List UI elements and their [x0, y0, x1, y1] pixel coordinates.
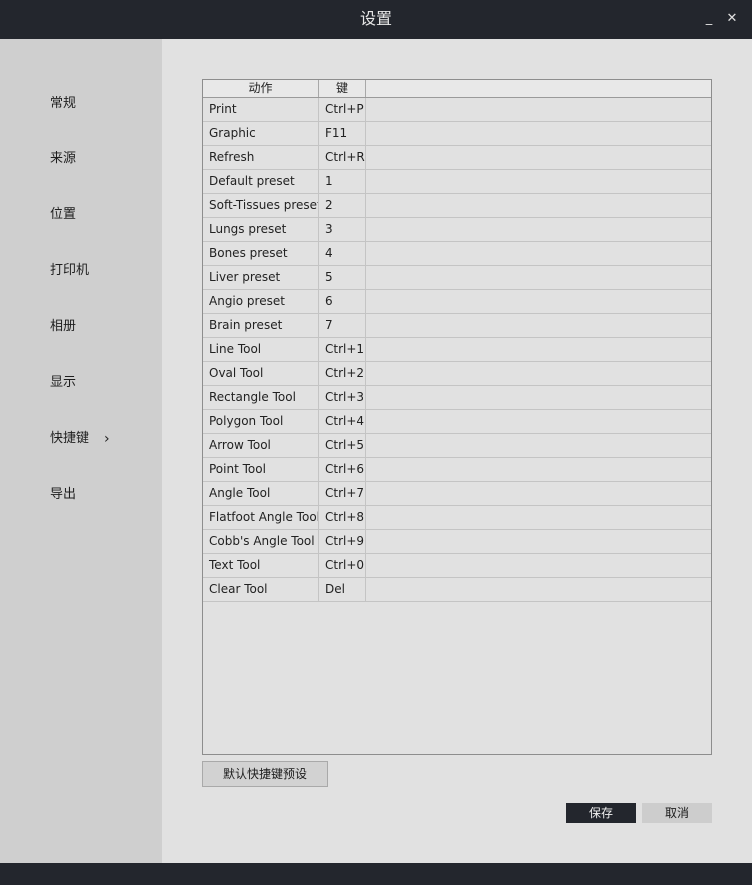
- key-cell[interactable]: Ctrl+0: [319, 554, 366, 577]
- key-cell[interactable]: Ctrl+7: [319, 482, 366, 505]
- action-cell: Point Tool: [203, 458, 319, 481]
- key-cell[interactable]: Ctrl+R: [319, 146, 366, 169]
- action-cell: Liver preset: [203, 266, 319, 289]
- table-row[interactable]: Refresh Ctrl+R: [203, 146, 711, 170]
- action-cell: Polygon Tool: [203, 410, 319, 433]
- table-row[interactable]: Flatfoot Angle Tool Ctrl+8: [203, 506, 711, 530]
- key-cell[interactable]: Ctrl+P: [319, 98, 366, 121]
- sidebar-item-label: 显示: [50, 375, 77, 390]
- table-row[interactable]: Line Tool Ctrl+1: [203, 338, 711, 362]
- table-row[interactable]: Arrow Tool Ctrl+5: [203, 434, 711, 458]
- minimize-icon[interactable]: _: [700, 9, 718, 29]
- table-row[interactable]: Oval Tool Ctrl+2: [203, 362, 711, 386]
- sidebar-item-label: 快捷键: [50, 431, 90, 446]
- action-cell: Refresh: [203, 146, 319, 169]
- sidebar-item-printer[interactable]: 打印机: [50, 259, 150, 283]
- table-row[interactable]: Brain preset 7: [203, 314, 711, 338]
- table-row[interactable]: Clear Tool Del: [203, 578, 711, 602]
- sidebar-item-album[interactable]: 相册: [50, 315, 150, 339]
- sidebar-item-shortcuts[interactable]: 快捷键 ›: [50, 427, 150, 451]
- key-cell[interactable]: Ctrl+4: [319, 410, 366, 433]
- sidebar-item-location[interactable]: 位置: [50, 203, 150, 227]
- key-cell[interactable]: 1: [319, 170, 366, 193]
- window-title: 设置: [359, 9, 392, 28]
- key-cell[interactable]: Del: [319, 578, 366, 601]
- key-cell[interactable]: 5: [319, 266, 366, 289]
- shortcuts-table[interactable]: 动作 键 Print Ctrl+P Graphic F11 Refresh Ctrl+R D…: [202, 79, 712, 755]
- action-cell: Rectangle Tool: [203, 386, 319, 409]
- action-cell: Soft-Tissues preset: [203, 194, 319, 217]
- key-cell[interactable]: Ctrl+8: [319, 506, 366, 529]
- action-cell: Angle Tool: [203, 482, 319, 505]
- sidebar-item-general[interactable]: 常规: [50, 92, 150, 116]
- table-row[interactable]: Point Tool Ctrl+6: [203, 458, 711, 482]
- sidebar-item-label: 来源: [50, 151, 77, 166]
- key-cell[interactable]: 3: [319, 218, 366, 241]
- action-cell: Print: [203, 98, 319, 121]
- key-cell[interactable]: Ctrl+1: [319, 338, 366, 361]
- table-header: 动作 键: [203, 80, 711, 98]
- sidebar-item-label: 常规: [50, 96, 77, 111]
- table-row[interactable]: Rectangle Tool Ctrl+3: [203, 386, 711, 410]
- action-cell: Graphic: [203, 122, 319, 145]
- table-row[interactable]: Cobb's Angle Tool Ctrl+9: [203, 530, 711, 554]
- action-cell: Default preset: [203, 170, 319, 193]
- sidebar-item-export[interactable]: 导出: [50, 483, 150, 507]
- column-header-key[interactable]: 键: [319, 80, 366, 97]
- table-row[interactable]: Graphic F11: [203, 122, 711, 146]
- key-cell[interactable]: Ctrl+9: [319, 530, 366, 553]
- action-cell: Clear Tool: [203, 578, 319, 601]
- table-row[interactable]: Default preset 1: [203, 170, 711, 194]
- action-cell: Flatfoot Angle Tool: [203, 506, 319, 529]
- table-row[interactable]: Liver preset 5: [203, 266, 711, 290]
- key-cell[interactable]: 7: [319, 314, 366, 337]
- sidebar-item-label: 导出: [50, 487, 77, 502]
- table-row[interactable]: Polygon Tool Ctrl+4: [203, 410, 711, 434]
- cancel-button[interactable]: 取消: [642, 803, 712, 823]
- table-row[interactable]: Angle Tool Ctrl+7: [203, 482, 711, 506]
- key-cell[interactable]: Ctrl+6: [319, 458, 366, 481]
- action-cell: Cobb's Angle Tool: [203, 530, 319, 553]
- action-cell: Text Tool: [203, 554, 319, 577]
- action-cell: Angio preset: [203, 290, 319, 313]
- close-icon[interactable]: ✕: [723, 9, 741, 29]
- sidebar-item-label: 打印机: [50, 263, 90, 278]
- default-shortcut-preset-button[interactable]: 默认快捷键预设: [202, 761, 328, 787]
- sidebar-item-label: 相册: [50, 319, 77, 334]
- key-cell[interactable]: F11: [319, 122, 366, 145]
- column-header-action[interactable]: 动作: [203, 80, 319, 97]
- title-bar: 设置 _ ✕: [0, 0, 752, 39]
- key-cell[interactable]: 4: [319, 242, 366, 265]
- action-cell: Line Tool: [203, 338, 319, 361]
- key-cell[interactable]: 2: [319, 194, 366, 217]
- table-row[interactable]: Angio preset 6: [203, 290, 711, 314]
- bottom-bar: [0, 863, 752, 885]
- action-cell: Oval Tool: [203, 362, 319, 385]
- action-cell: Arrow Tool: [203, 434, 319, 457]
- action-cell: Lungs preset: [203, 218, 319, 241]
- action-cell: Bones preset: [203, 242, 319, 265]
- key-cell[interactable]: Ctrl+2: [319, 362, 366, 385]
- action-cell: Brain preset: [203, 314, 319, 337]
- key-cell[interactable]: Ctrl+3: [319, 386, 366, 409]
- key-cell[interactable]: Ctrl+5: [319, 434, 366, 457]
- key-cell[interactable]: 6: [319, 290, 366, 313]
- sidebar: 常规 来源 位置 打印机 相册 显示 快捷键 › 导出: [0, 39, 162, 863]
- sidebar-item-label: 位置: [50, 207, 77, 222]
- table-row[interactable]: Bones preset 4: [203, 242, 711, 266]
- sidebar-item-display[interactable]: 显示: [50, 371, 150, 395]
- sidebar-item-source[interactable]: 来源: [50, 147, 150, 171]
- chevron-right-icon: ›: [104, 431, 110, 447]
- table-row[interactable]: Lungs preset 3: [203, 218, 711, 242]
- table-row[interactable]: Text Tool Ctrl+0: [203, 554, 711, 578]
- save-button[interactable]: 保存: [566, 803, 636, 823]
- table-row[interactable]: Soft-Tissues preset 2: [203, 194, 711, 218]
- table-row[interactable]: Print Ctrl+P: [203, 98, 711, 122]
